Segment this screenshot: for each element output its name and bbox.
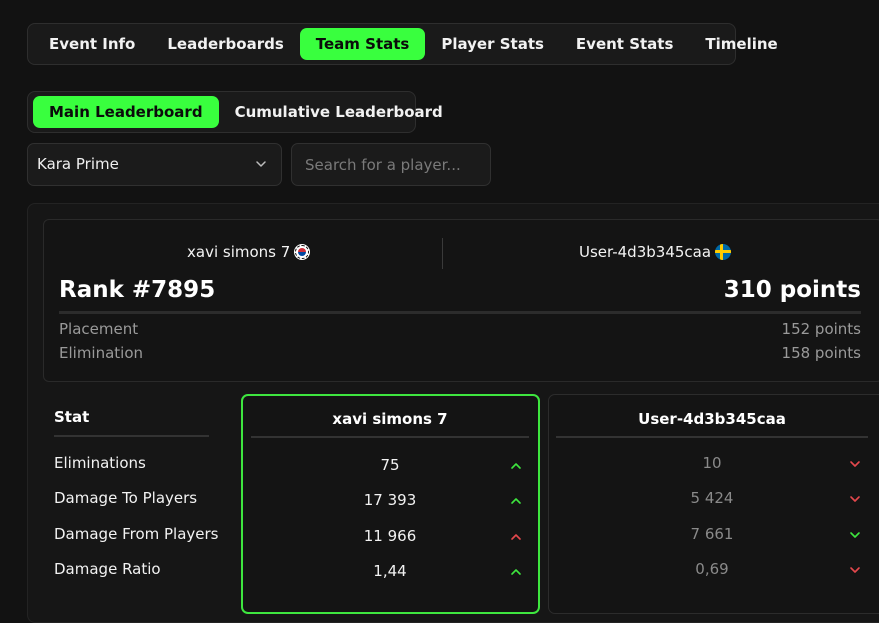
player1-column-header: xavi simons 7 <box>332 410 448 428</box>
team-total-points: 310 points <box>723 277 861 303</box>
stat-label-damage-from-players: Damage From Players <box>54 525 219 543</box>
player1-damage-to-players: 17 393 <box>363 491 417 509</box>
player1-eliminations: 75 <box>380 456 400 474</box>
stat-label-damage-to-players: Damage To Players <box>54 489 198 507</box>
player-search-input[interactable] <box>291 143 491 186</box>
trend-up-icon <box>511 498 521 504</box>
player2-column-header: User-4d3b345caa <box>638 410 786 428</box>
player1-header-underline <box>251 436 529 438</box>
south-korea-flag-icon <box>294 244 311 260</box>
tab-main-leaderboard[interactable]: Main Leaderboard <box>33 96 219 128</box>
leaderboard-type-tabs: Main Leaderboard Cumulative Leaderboard <box>27 91 443 133</box>
trend-up-icon <box>511 463 521 469</box>
tab-leaderboards[interactable]: Leaderboards <box>151 28 299 60</box>
tab-team-stats[interactable]: Team Stats <box>299 28 426 60</box>
trend-up-red-icon <box>511 534 521 540</box>
trend-down-green-icon <box>850 532 860 538</box>
tab-player-stats[interactable]: Player Stats <box>425 28 560 60</box>
stat-label-damage-ratio: Damage Ratio <box>54 560 161 578</box>
player2-header-underline <box>556 436 868 438</box>
placement-points: 152 points <box>781 320 861 338</box>
trend-down-icon <box>850 567 860 573</box>
region-select[interactable]: Kara Prime <box>27 143 282 186</box>
main-tab-bar: Event Info Leaderboards Team Stats Playe… <box>27 23 778 65</box>
team-rank: Rank #7895 <box>59 277 216 303</box>
tab-timeline[interactable]: Timeline <box>689 28 793 60</box>
player2-damage-to-players: 5 424 <box>690 489 734 507</box>
stat-header-underline <box>54 435 209 437</box>
elimination-label: Elimination <box>59 344 144 362</box>
trend-down-icon <box>850 496 860 502</box>
player2-damage-ratio: 0,69 <box>695 560 729 578</box>
summary-player1[interactable]: xavi simons 7 <box>187 243 311 261</box>
player2-eliminations: 10 <box>702 454 722 472</box>
player1-damage-ratio: 1,44 <box>373 562 407 580</box>
sweden-flag-icon <box>715 244 732 260</box>
points-divider-bar <box>59 311 861 314</box>
elimination-points: 158 points <box>781 344 861 362</box>
tab-event-stats[interactable]: Event Stats <box>560 28 689 60</box>
tab-event-info[interactable]: Event Info <box>33 28 151 60</box>
stat-label-eliminations: Eliminations <box>54 454 146 472</box>
chevron-down-icon <box>256 161 266 167</box>
tab-cumulative-leaderboard[interactable]: Cumulative Leaderboard <box>219 96 459 128</box>
stat-column-header: Stat <box>54 408 90 426</box>
trend-up-icon <box>511 569 521 575</box>
region-select-value: Kara Prime <box>37 155 119 173</box>
trend-down-icon <box>850 461 860 467</box>
placement-label: Placement <box>59 320 139 338</box>
summary-player2[interactable]: User-4d3b345caa <box>579 243 732 261</box>
summary-divider <box>442 238 443 269</box>
player1-damage-from-players: 11 966 <box>363 527 417 545</box>
player2-damage-from-players: 7 661 <box>690 525 734 543</box>
